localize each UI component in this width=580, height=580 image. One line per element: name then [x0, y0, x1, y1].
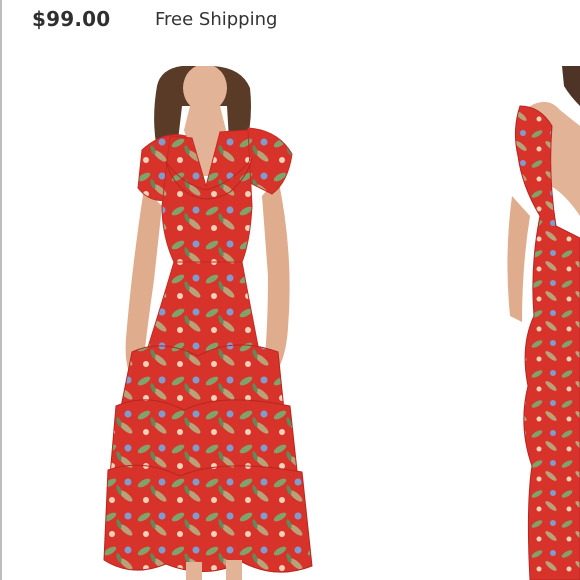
shipping-label: Free Shipping	[155, 9, 278, 30]
dress-back-illustration	[507, 66, 580, 580]
dress-front-illustration	[103, 66, 313, 580]
product-photo-front[interactable]	[102, 66, 322, 580]
price-row: $99.00 Free Shipping	[0, 0, 580, 44]
price-label: $99.00	[32, 7, 111, 31]
product-photo-back[interactable]	[500, 66, 580, 580]
product-image-gallery[interactable]	[2, 44, 580, 580]
listing-page: $99.00 Free Shipping	[0, 0, 580, 580]
